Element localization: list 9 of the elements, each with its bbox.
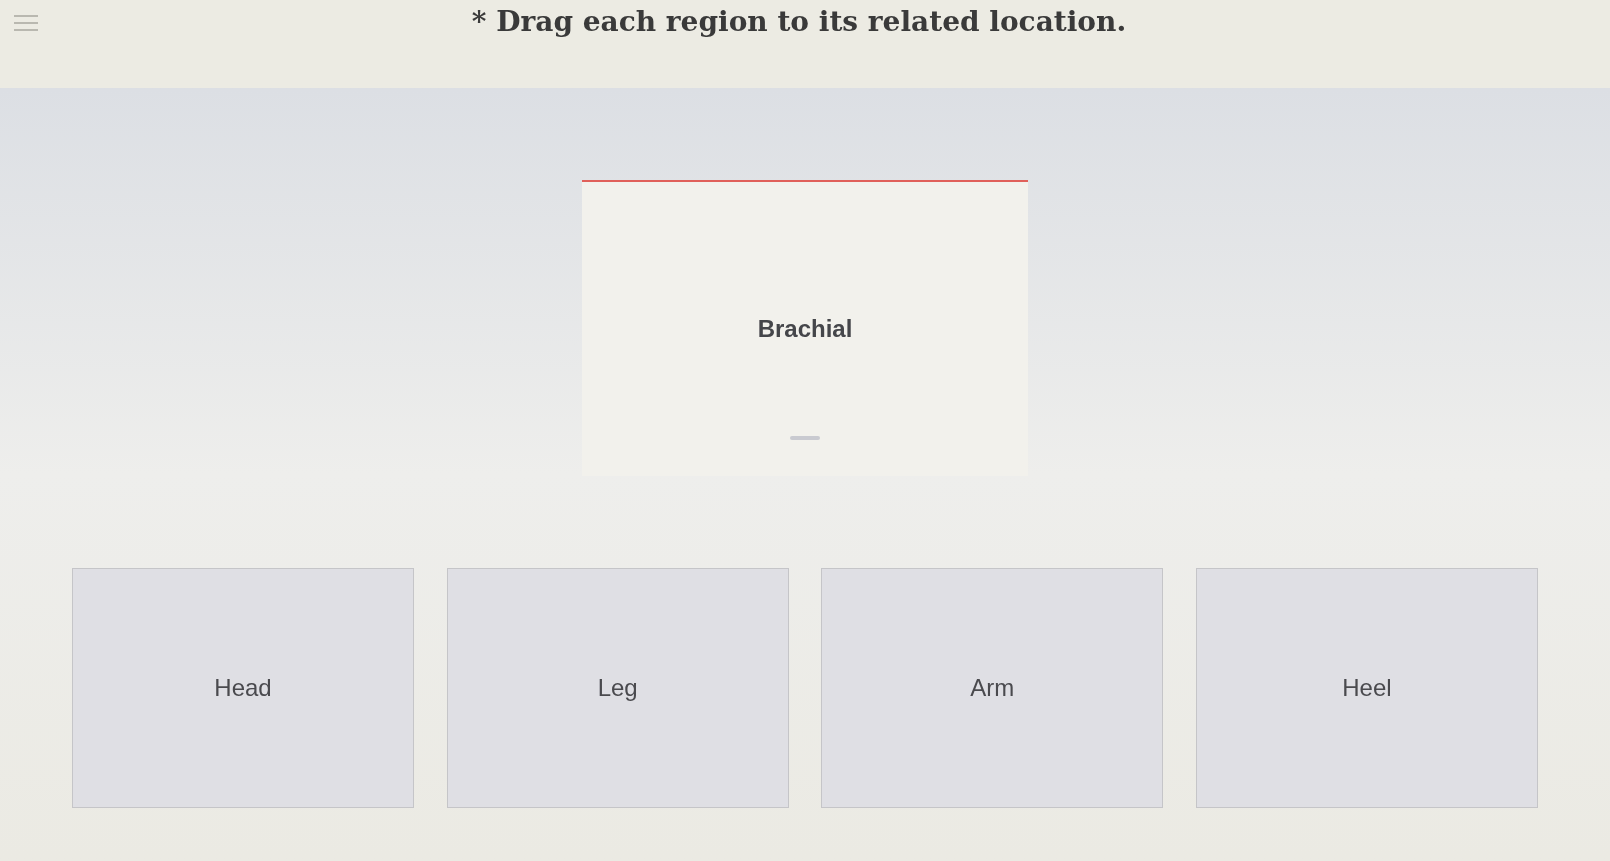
menu-icon[interactable] [12, 12, 40, 34]
drop-zone[interactable]: Leg [446, 568, 789, 808]
instruction-title: * Drag each region to its related location. [471, 8, 1127, 36]
drop-zone[interactable]: Heel [1195, 568, 1538, 808]
drag-card[interactable]: Brachial [582, 180, 1028, 476]
drag-handle[interactable] [790, 436, 820, 440]
drop-zone[interactable]: Head [72, 568, 414, 808]
card-label: Brachial [757, 314, 853, 344]
drop-zone[interactable]: Arm [821, 568, 1164, 808]
